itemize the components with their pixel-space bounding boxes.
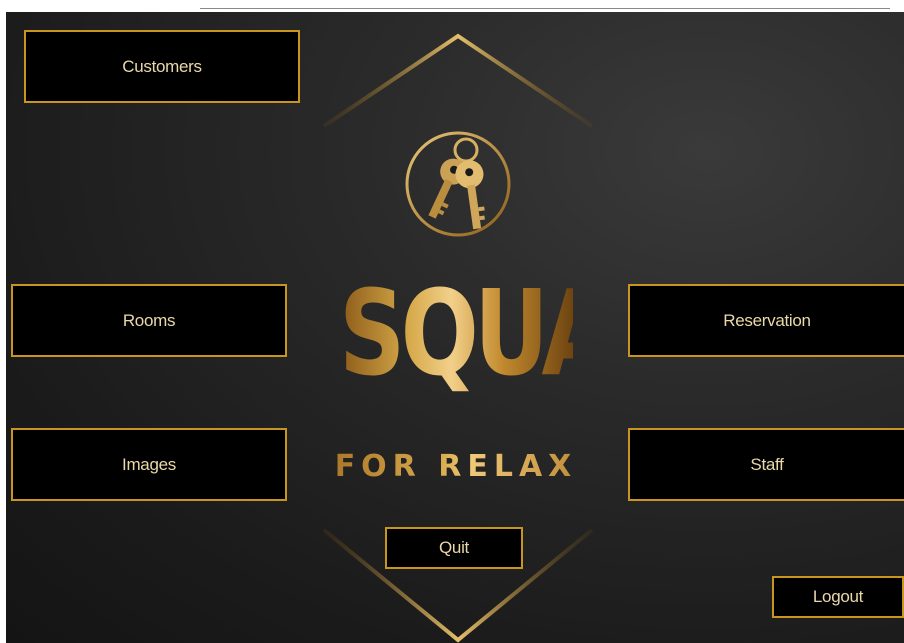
reservation-button[interactable]: Reservation xyxy=(628,284,904,357)
title-strip xyxy=(0,0,904,10)
quit-button[interactable]: Quit xyxy=(385,527,523,569)
images-button[interactable]: Images xyxy=(11,428,287,501)
main-menu-panel: SQUAD FOR RELAX Customers Rooms Images R… xyxy=(6,12,904,643)
logout-button[interactable]: Logout xyxy=(772,576,904,618)
top-chevron xyxy=(322,33,594,128)
staff-button[interactable]: Staff xyxy=(628,428,904,501)
keys-icon xyxy=(405,131,511,237)
customers-button[interactable]: Customers xyxy=(24,30,300,103)
logo-title: SQUAD xyxy=(339,264,684,402)
app-window: SQUAD FOR RELAX Customers Rooms Images R… xyxy=(0,0,904,643)
title-strip-edge xyxy=(200,8,890,9)
rooms-button[interactable]: Rooms xyxy=(11,284,287,357)
logo-subtitle: FOR RELAX xyxy=(306,452,606,482)
